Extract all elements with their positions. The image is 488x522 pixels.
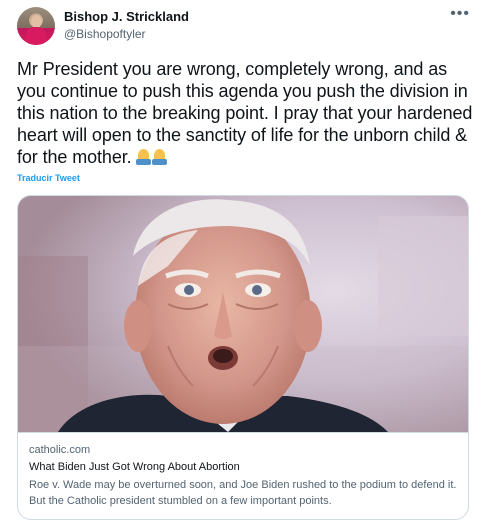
- avatar[interactable]: [17, 7, 55, 45]
- more-horizontal-icon[interactable]: •••: [450, 6, 470, 22]
- link-card[interactable]: catholic.com What Biden Just Got Wrong A…: [17, 195, 469, 520]
- tweet-text: Mr President you are wrong, completely w…: [17, 58, 479, 168]
- avatar-robe: [26, 27, 46, 45]
- emoji-group: [135, 146, 168, 168]
- handle[interactable]: @Bishopoftyler: [64, 26, 189, 42]
- folded-hands-emoji: [135, 149, 151, 165]
- tweet: Bishop J. Strickland @Bishopoftyler ••• …: [0, 0, 488, 522]
- card-domain: catholic.com: [29, 444, 91, 456]
- display-name[interactable]: Bishop J. Strickland: [64, 9, 189, 25]
- card-image[interactable]: [18, 196, 468, 432]
- translate-tweet-link[interactable]: Traducir Tweet: [17, 173, 80, 183]
- card-photo: [18, 196, 468, 432]
- tweet-text-body: Mr President you are wrong, completely w…: [17, 59, 473, 167]
- folded-hands-emoji: [151, 149, 167, 165]
- card-title: What Biden Just Got Wrong About Abortion: [29, 461, 240, 473]
- card-meta: catholic.com What Biden Just Got Wrong A…: [18, 432, 468, 518]
- author-block: Bishop J. Strickland @Bishopoftyler: [64, 9, 189, 42]
- card-description: Roe v. Wade may be overturned soon, and …: [29, 479, 457, 507]
